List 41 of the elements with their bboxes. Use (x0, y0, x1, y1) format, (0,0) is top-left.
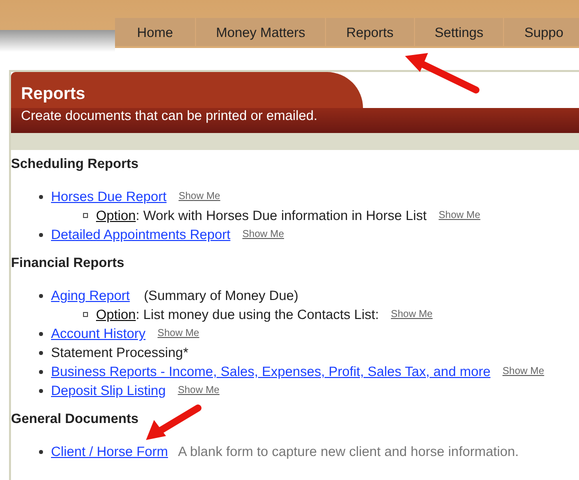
bullet-icon (39, 332, 43, 336)
report-link[interactable]: Detailed Appointments Report (51, 225, 230, 244)
nav-tab[interactable]: Suppo (504, 18, 579, 46)
report-note: (Summary of Money Due) (144, 287, 298, 305)
report-link[interactable]: Business Reports - Income, Sales, Expenses, Profit, Sales Tax, and more (51, 362, 490, 381)
section-heading: Scheduling Reports (11, 156, 139, 171)
show-me-link[interactable]: Show Me (502, 362, 544, 381)
page-title: Reports (11, 72, 363, 108)
report-link[interactable]: Client / Horse Form (51, 442, 168, 461)
option-text: : Work with Horses Due information in Horse List (136, 207, 427, 225)
show-me-link[interactable]: Show Me (178, 381, 220, 400)
option-link[interactable]: Option (96, 206, 136, 225)
report-link[interactable]: Horses Due Report (51, 187, 167, 206)
bullet-icon (39, 294, 43, 298)
option-text: : List money due using the Contacts List: (136, 306, 379, 324)
show-me-link[interactable]: Show Me (390, 305, 433, 324)
bullet-icon (39, 370, 43, 374)
bullet-icon (39, 450, 43, 454)
show-me-link[interactable]: Show Me (178, 187, 220, 206)
nav-tab[interactable]: Money Matters (196, 18, 326, 46)
section-heading: General Documents (11, 411, 139, 426)
report-link[interactable]: Aging Report (51, 286, 130, 305)
show-me-link[interactable]: Show Me (158, 324, 200, 343)
bullet-icon (83, 312, 88, 317)
report-label: Statement Processing* (51, 344, 188, 362)
bullet-icon (39, 388, 43, 392)
section-heading: Financial Reports (11, 255, 124, 270)
nav-tab[interactable]: Reports (326, 18, 415, 46)
page-subtitle: Create documents that can be printed or emailed. (11, 108, 579, 133)
bullet-icon (39, 232, 43, 236)
show-me-link[interactable]: Show Me (242, 225, 284, 244)
option-link[interactable]: Option (96, 305, 136, 324)
report-link[interactable]: Account History (51, 324, 146, 343)
nav-tab[interactable]: Settings (414, 18, 504, 46)
nav-tab[interactable]: Home (115, 18, 196, 46)
bullet-icon (39, 350, 43, 354)
bullet-icon (39, 194, 43, 198)
report-link[interactable]: Deposit Slip Listing (51, 381, 166, 400)
bullet-icon (83, 213, 88, 218)
show-me-link[interactable]: Show Me (438, 206, 480, 225)
report-note: A blank form to capture new client and horse information. (178, 443, 519, 461)
